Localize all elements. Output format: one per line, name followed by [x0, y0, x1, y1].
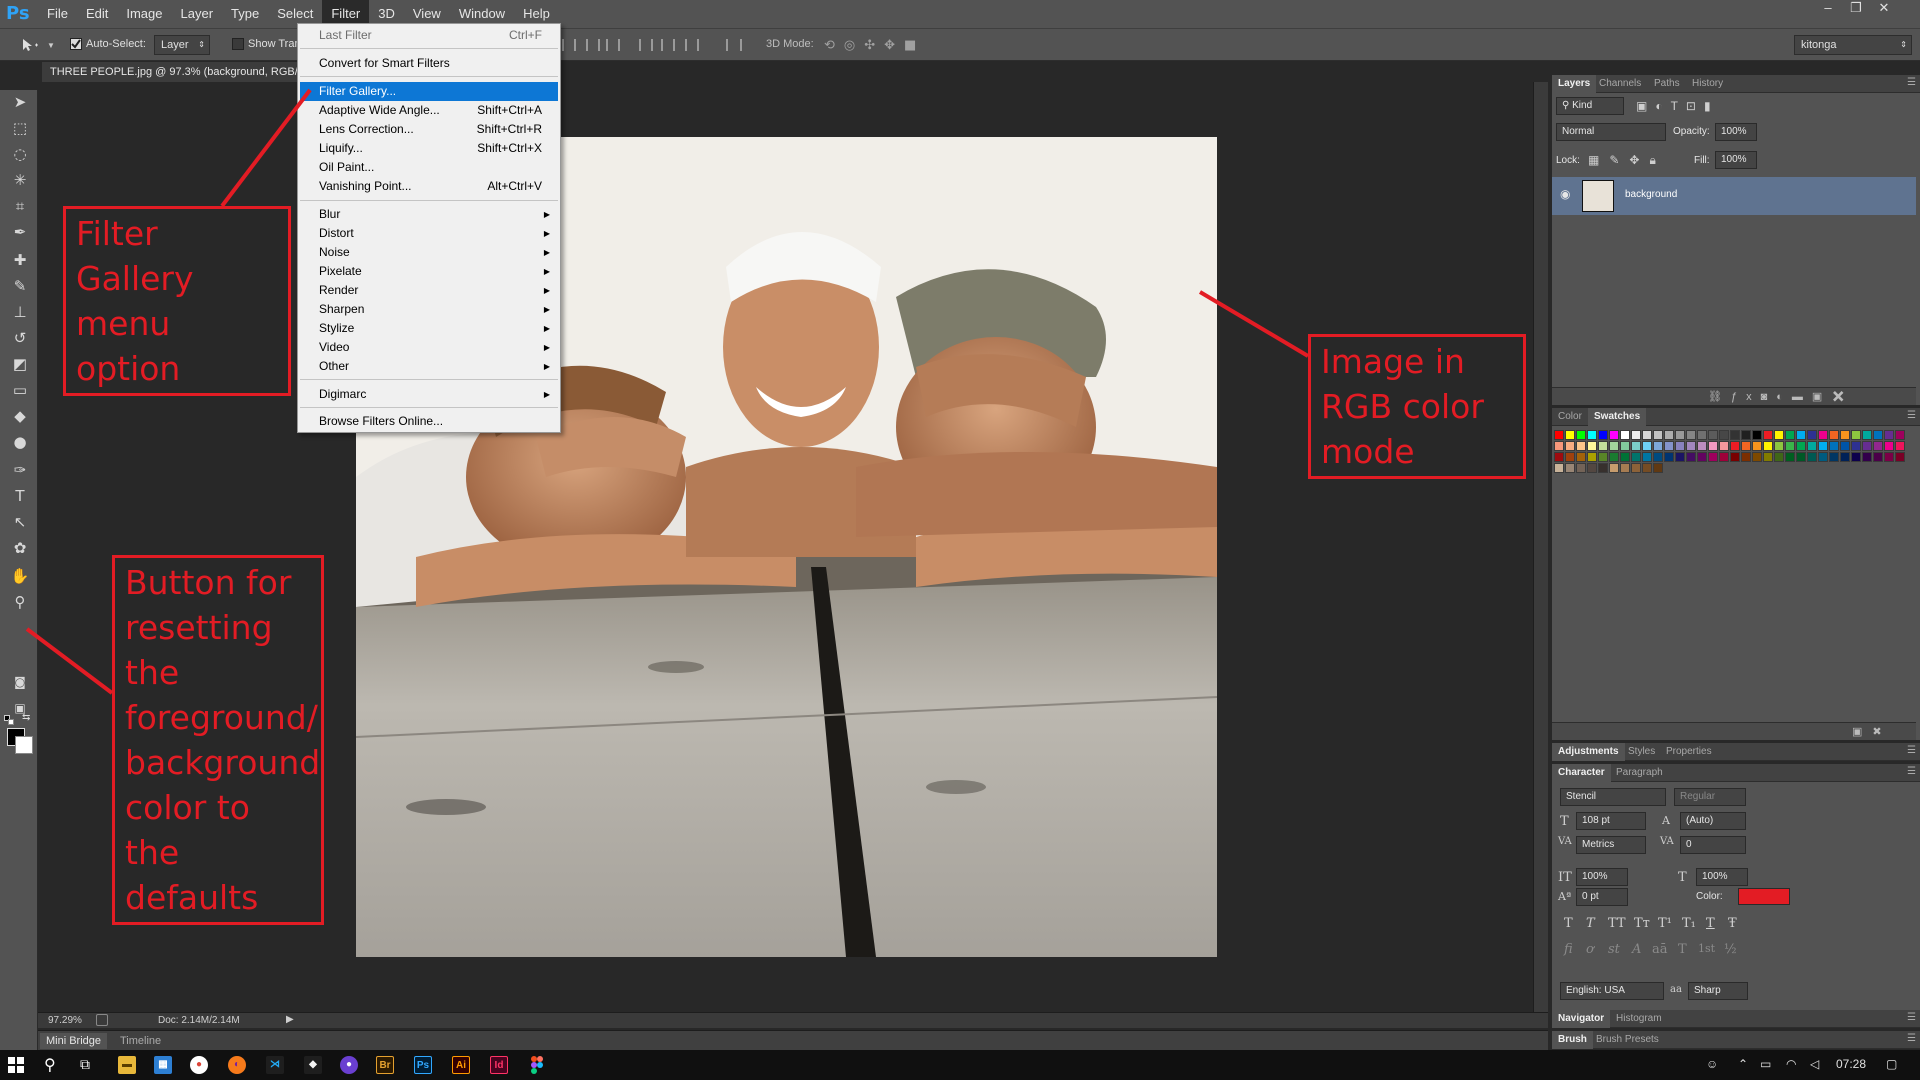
file-explorer-icon[interactable]: ▬	[118, 1056, 136, 1074]
arrow-rgb-mode	[1198, 290, 1310, 358]
figma-icon[interactable]	[528, 1056, 546, 1074]
wifi-icon[interactable]: ◠	[1786, 1057, 1796, 1071]
windows-start-icon[interactable]	[8, 1057, 24, 1073]
annotation-reset-button: Button for resetting the foreground/ bac…	[112, 555, 324, 925]
notifications-icon[interactable]: ▢	[1886, 1057, 1897, 1071]
windows-taskbar: ⚲ ⧉ ▬ ▦ ● ◐ ⋊ ◆ ● Br Ps Ai Id ☺ ⌃ ▭ ◠ ◁ …	[0, 1050, 1920, 1080]
vscode-icon[interactable]: ⋊	[266, 1056, 284, 1074]
task-view-icon[interactable]: ⧉	[80, 1056, 90, 1073]
indesign-icon[interactable]: Id	[490, 1056, 508, 1074]
firefox-icon[interactable]: ◐	[228, 1056, 246, 1074]
search-icon[interactable]: ⚲	[44, 1055, 56, 1075]
arrow-reset-colors	[25, 627, 114, 695]
annotation-filter-gallery: Filter Gallery menu option	[63, 206, 291, 396]
bridge-icon[interactable]: Br	[376, 1056, 394, 1074]
store-icon[interactable]: ▦	[154, 1056, 172, 1074]
chrome-icon[interactable]: ●	[190, 1056, 208, 1074]
volume-icon[interactable]: ◁	[1810, 1057, 1819, 1071]
clock[interactable]: 07:28	[1836, 1057, 1866, 1071]
annotation-rgb-mode: Image in RGB color mode	[1308, 334, 1526, 479]
battery-icon[interactable]: ▭	[1760, 1057, 1771, 1071]
photoshop-taskbar-icon[interactable]: Ps	[414, 1056, 432, 1074]
app-icon[interactable]: ◆	[304, 1056, 322, 1074]
people-icon[interactable]: ☺	[1706, 1057, 1718, 1071]
arrow-filter-gallery	[220, 88, 312, 208]
tray-chevron-icon[interactable]: ⌃	[1738, 1057, 1748, 1071]
illustrator-icon[interactable]: Ai	[452, 1056, 470, 1074]
app-icon[interactable]: ●	[340, 1056, 358, 1074]
